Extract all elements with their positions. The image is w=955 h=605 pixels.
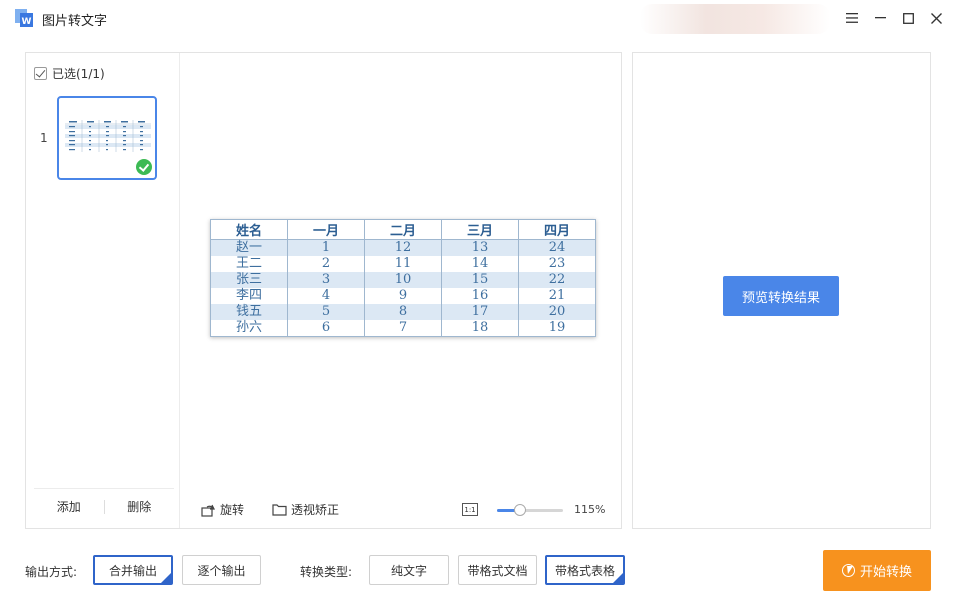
selected-check-icon [136,159,152,175]
thumbnail-index: 1 [40,131,48,145]
select-all[interactable]: 已选(1/1) [34,65,105,82]
table-cell: 15 [441,272,519,288]
formatted-table-button[interactable]: 带格式表格 [545,555,625,585]
preview-image-table: 姓名 一月 二月 三月 四月 赵一 1 12 13 24 王二 2 11 14 … [210,219,596,337]
table-cell: 孙六 [210,320,288,337]
svg-text:W: W [22,17,32,27]
table-cell: 张三 [210,272,288,288]
result-panel: 预览转换结果 [632,52,931,529]
start-convert-button[interactable]: 开始转换 [823,550,931,591]
table-cell: 钱五 [210,304,288,320]
close-icon[interactable] [927,9,945,27]
table-header-cell: 四月 [518,219,596,240]
table-cell: 13 [441,239,519,256]
folder-icon [272,504,287,516]
table-cell: 1 [287,239,365,256]
table-cell: 19 [518,320,596,337]
zoom-slider-handle[interactable] [514,504,526,516]
thumbnail-preview-image [65,120,151,154]
table-header-cell: 姓名 [210,219,288,240]
perspective-correction-label: 透视矫正 [291,503,340,517]
formatted-document-button[interactable]: 带格式文档 [458,555,537,585]
table-cell: 14 [441,256,519,272]
table-row: 王二 2 11 14 23 [210,256,596,272]
image-preview-area: 姓名 一月 二月 三月 四月 赵一 1 12 13 24 王二 2 11 14 … [181,53,621,493]
table-header-cell: 二月 [364,219,442,240]
actual-size-icon[interactable]: 1:1 [462,503,478,516]
plain-text-button[interactable]: 纯文字 [369,555,449,585]
thumbnail-column: 已选(1/1) 1 添加 删除 [26,53,180,528]
add-image-button[interactable]: 添加 [34,498,104,515]
promo-banner [640,4,830,34]
table-row: 张三 3 10 15 22 [210,272,596,288]
menu-icon[interactable] [843,9,861,27]
convert-type-label: 转换类型: [300,565,353,579]
minimize-icon[interactable] [871,9,889,27]
table-cell: 9 [364,288,442,304]
table-cell: 2 [287,256,365,272]
perspective-correction-button[interactable]: 透视矫正 [272,501,339,518]
table-row: 钱五 5 8 17 20 [210,304,596,320]
table-cell: 8 [364,304,442,320]
rotate-label: 旋转 [220,503,245,517]
preview-toolbar: 旋转 透视矫正 1:1 115% [181,493,621,529]
table-cell: 5 [287,304,365,320]
table-cell: 10 [364,272,442,288]
table-row: 赵一 1 12 13 24 [210,239,596,256]
table-cell: 21 [518,288,596,304]
table-row: 孙六 6 7 18 19 [210,320,596,337]
thumbnail-item[interactable] [57,96,157,180]
table-cell: 6 [287,320,365,337]
delete-image-button[interactable]: 删除 [105,498,175,515]
rotate-button[interactable]: 旋转 [201,501,244,518]
maximize-icon[interactable] [899,9,917,27]
rotate-icon [201,504,215,517]
table-cell: 16 [441,288,519,304]
table-cell: 赵一 [210,239,288,256]
table-header-cell: 一月 [287,219,365,240]
table-cell: 11 [364,256,442,272]
zoom-slider[interactable] [497,504,563,516]
table-header-row: 姓名 一月 二月 三月 四月 [210,219,596,240]
zoom-level: 115% [574,503,606,516]
table-cell: 7 [364,320,442,337]
select-all-checkbox[interactable] [34,67,47,80]
table-cell: 22 [518,272,596,288]
each-output-button[interactable]: 逐个输出 [182,555,261,585]
table-cell: 20 [518,304,596,320]
select-all-label: 已选(1/1) [52,67,105,81]
preview-result-button[interactable]: 预览转换结果 [723,276,839,316]
start-convert-label: 开始转换 [859,565,912,580]
table-cell: 李四 [210,288,288,304]
table-cell: 17 [441,304,519,320]
table-cell: 王二 [210,256,288,272]
table-header-cell: 三月 [441,219,519,240]
title-bar: W 图片转文字 [0,0,955,38]
table-cell: 3 [287,272,365,288]
thumbnail-actions: 添加 删除 [34,488,174,524]
table-cell: 24 [518,239,596,256]
table-cell: 12 [364,239,442,256]
table-cell: 18 [441,320,519,337]
table-row: 李四 4 9 16 21 [210,288,596,304]
output-mode-label: 输出方式: [25,565,78,579]
merge-output-button[interactable]: 合并输出 [93,555,173,585]
lightning-icon [841,564,855,577]
window-title: 图片转文字 [42,14,108,29]
table-cell: 4 [287,288,365,304]
app-logo-icon: W [15,9,33,27]
table-cell: 23 [518,256,596,272]
image-panel: 已选(1/1) 1 添加 删除 姓名 一月 二月 三月 四月 赵一 1 12 1… [25,52,622,529]
